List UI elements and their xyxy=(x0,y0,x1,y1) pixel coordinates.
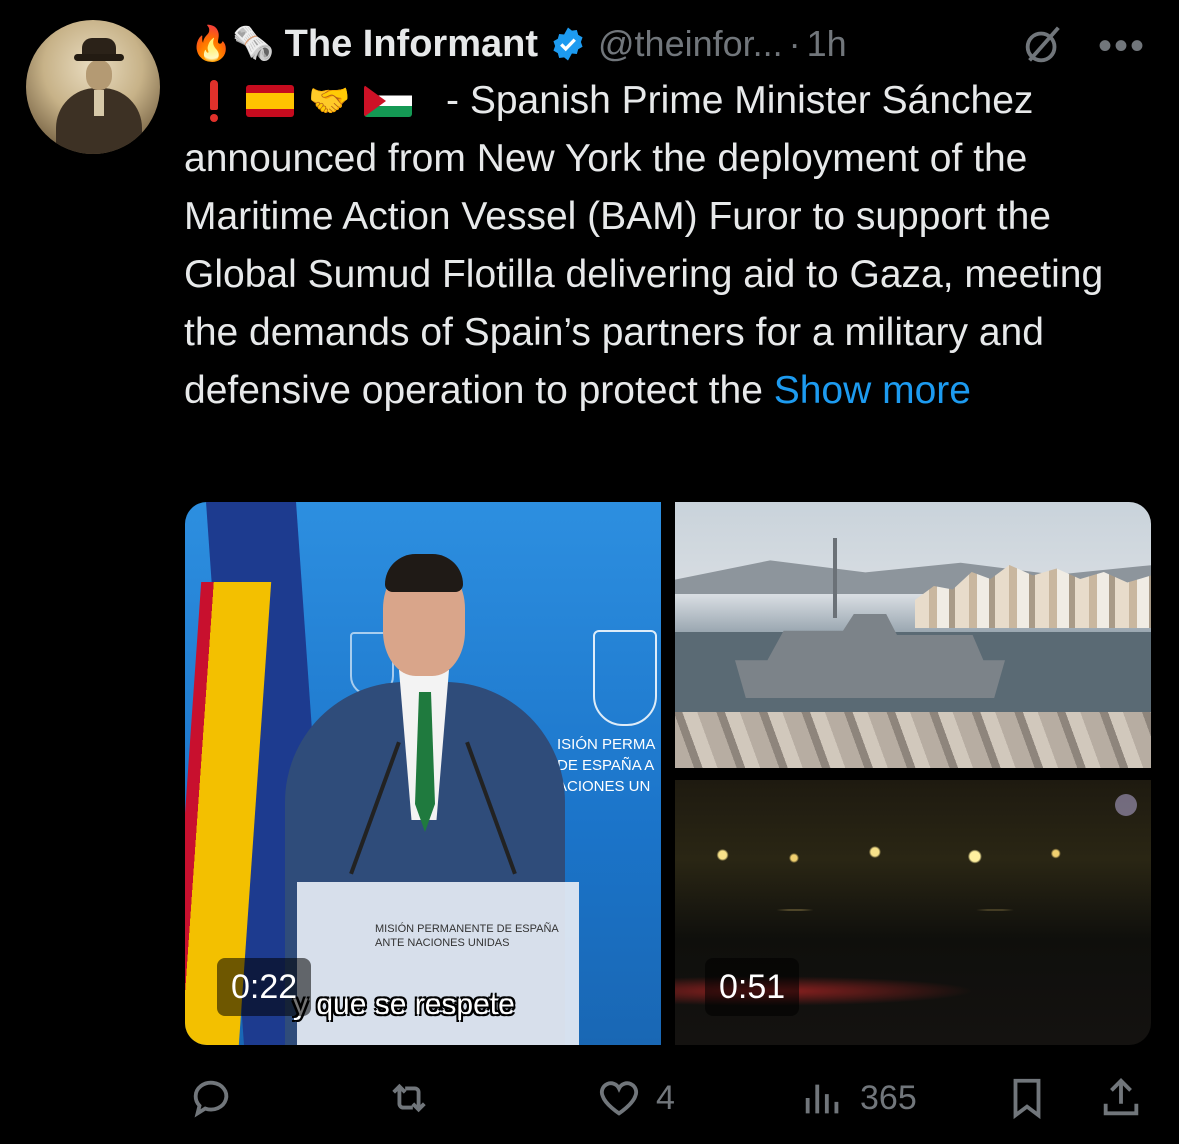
play-icon xyxy=(1115,794,1137,816)
author-name[interactable]: The Informant xyxy=(285,23,538,66)
more-icon[interactable]: ••• xyxy=(1098,24,1146,69)
action-bar: 4 365 xyxy=(0,1070,1179,1130)
bookmark-icon xyxy=(1013,1078,1041,1120)
grok-icon[interactable] xyxy=(1020,22,1066,68)
avatar-figure-head xyxy=(86,60,112,90)
tweet-first-line: - Spanish Prime Minister Sánchez xyxy=(446,79,1034,122)
share-icon xyxy=(1103,1078,1139,1116)
views-count: 365 xyxy=(860,1078,917,1117)
like-count: 4 xyxy=(656,1078,675,1117)
verified-badge-icon xyxy=(553,27,583,61)
image-thumbnail-ship[interactable] xyxy=(675,502,1151,768)
separator-dot: · xyxy=(788,23,801,64)
repost-icon xyxy=(392,1083,426,1113)
reply-icon xyxy=(193,1080,229,1118)
show-more-link[interactable]: Show more xyxy=(774,369,971,412)
night-lights xyxy=(675,840,1151,870)
crest-right xyxy=(593,630,657,726)
like-icon xyxy=(599,1081,639,1116)
video-caption: y que se respete xyxy=(293,988,515,1021)
author-emojis: 🔥🗞️ xyxy=(190,25,275,63)
ship-mast xyxy=(833,538,837,618)
podium-text: MISIÓN PERMANENTE DE ESPAÑA ANTE NACIONE… xyxy=(375,923,559,949)
wall-text: ISIÓN PERMA DE ESPAÑA A ACIONES UN xyxy=(557,736,656,795)
avatar[interactable] xyxy=(26,20,160,154)
tweet-text: - Spanish Prime Minister Sánchez announc… xyxy=(184,72,1144,420)
views-button[interactable]: 365 xyxy=(800,1070,917,1126)
views-icon xyxy=(805,1084,839,1114)
share-button[interactable] xyxy=(1098,1070,1144,1126)
light-reflections xyxy=(715,900,1115,920)
timestamp[interactable]: 1h xyxy=(807,23,847,65)
video-duration-badge: 0:22 xyxy=(217,958,312,1016)
media-grid: ISIÓN PERMA DE ESPAÑA A ACIONES UN MISIÓ… xyxy=(185,502,1151,1045)
like-button[interactable]: 4 xyxy=(596,1070,675,1126)
breakwater xyxy=(675,712,1151,768)
bookmark-button[interactable] xyxy=(1004,1070,1050,1126)
tweet-header: 🔥🗞️ The Informant @theinfor... · 1h xyxy=(190,16,847,72)
video-duration-badge-2: 0:51 xyxy=(705,958,800,1016)
speaker-hair xyxy=(385,554,463,592)
avatar-figure-shirt xyxy=(94,90,104,116)
reply-button[interactable] xyxy=(188,1070,248,1126)
author-handle[interactable]: @theinfor... xyxy=(598,23,783,65)
avatar-figure-hat-brim xyxy=(74,54,124,61)
repost-button[interactable] xyxy=(386,1070,446,1126)
